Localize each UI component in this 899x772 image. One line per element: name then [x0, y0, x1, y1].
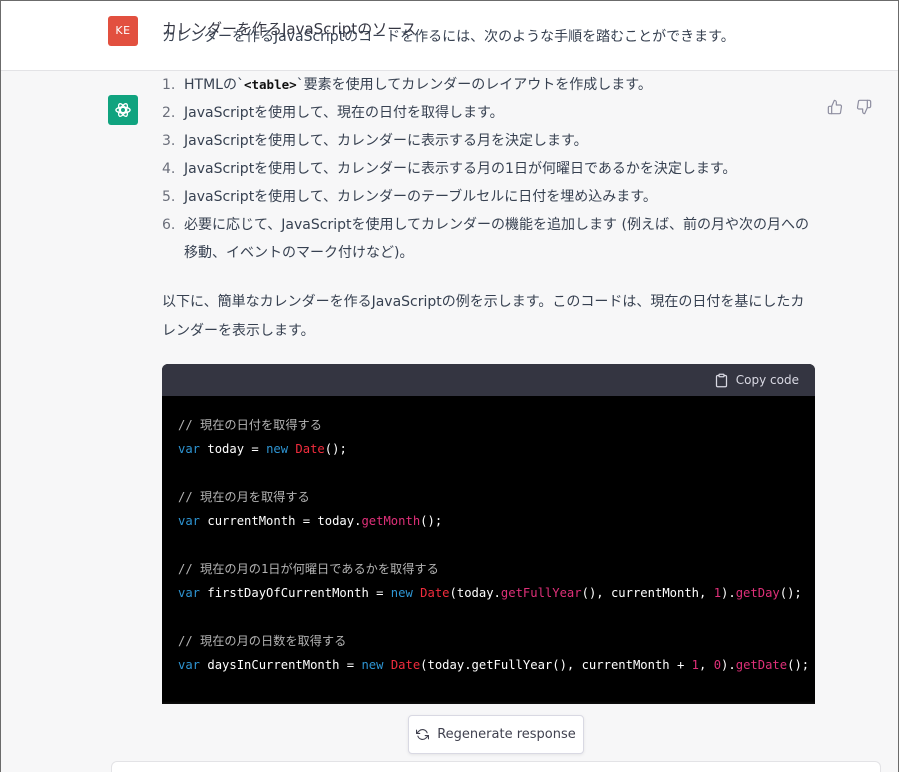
- copy-code-button[interactable]: Copy code: [714, 373, 799, 388]
- inline-code: <table>: [243, 77, 297, 92]
- assistant-message-content: カレンダーを作るJavaScriptのコードを作るには、次のような手順を踏むこと…: [162, 25, 817, 346]
- clipboard-icon: [715, 373, 727, 387]
- user-avatar: KE: [108, 16, 138, 46]
- list-item: 3. JavaScriptを使用して、カレンダーに表示する月を決定します。: [162, 133, 588, 149]
- list-item: 2. JavaScriptを使用して、現在の日付を取得します。: [162, 105, 504, 121]
- thumbs-up-icon[interactable]: [827, 99, 843, 115]
- openai-logo-icon: [115, 103, 131, 117]
- copy-code-label: Copy code: [735, 373, 799, 387]
- list-item: 1. HTMLの`<table>`要素を使用してカレンダーのレイアウトを作成しま…: [162, 77, 652, 93]
- regenerate-response-button[interactable]: Regenerate response: [408, 715, 584, 754]
- assistant-paragraph: 以下に、簡単なカレンダーを作るJavaScriptの例を示します。このコードは、…: [162, 294, 805, 339]
- feedback-buttons: [827, 99, 872, 115]
- list-item: 5. JavaScriptを使用して、カレンダーのテーブルセルに日付を埋め込みま…: [162, 189, 657, 205]
- steps-list: 1. HTMLの`<table>`要素を使用してカレンダーのレイアウトを作成しま…: [162, 71, 817, 267]
- thumbs-down-icon[interactable]: [856, 99, 872, 115]
- regenerate-label: Regenerate response: [437, 727, 576, 742]
- assistant-intro: カレンダーを作るJavaScriptのコードを作るには、次のような手順を踏むこと…: [162, 29, 735, 45]
- refresh-icon: [416, 729, 430, 740]
- list-item: 4. JavaScriptを使用して、カレンダーに表示する月の1日が何曜日である…: [162, 161, 737, 177]
- assistant-avatar: [108, 95, 138, 125]
- list-item: 6. 必要に応じて、JavaScriptを使用してカレンダーの機能を追加します …: [162, 217, 809, 261]
- code-header: Copy code: [162, 364, 815, 396]
- chat-input-box[interactable]: [111, 761, 881, 772]
- code-block: Copy code // 現在の日付を取得する var today = new …: [162, 364, 815, 704]
- code-content: // 現在の日付を取得する var today = new Date(); //…: [178, 418, 810, 672]
